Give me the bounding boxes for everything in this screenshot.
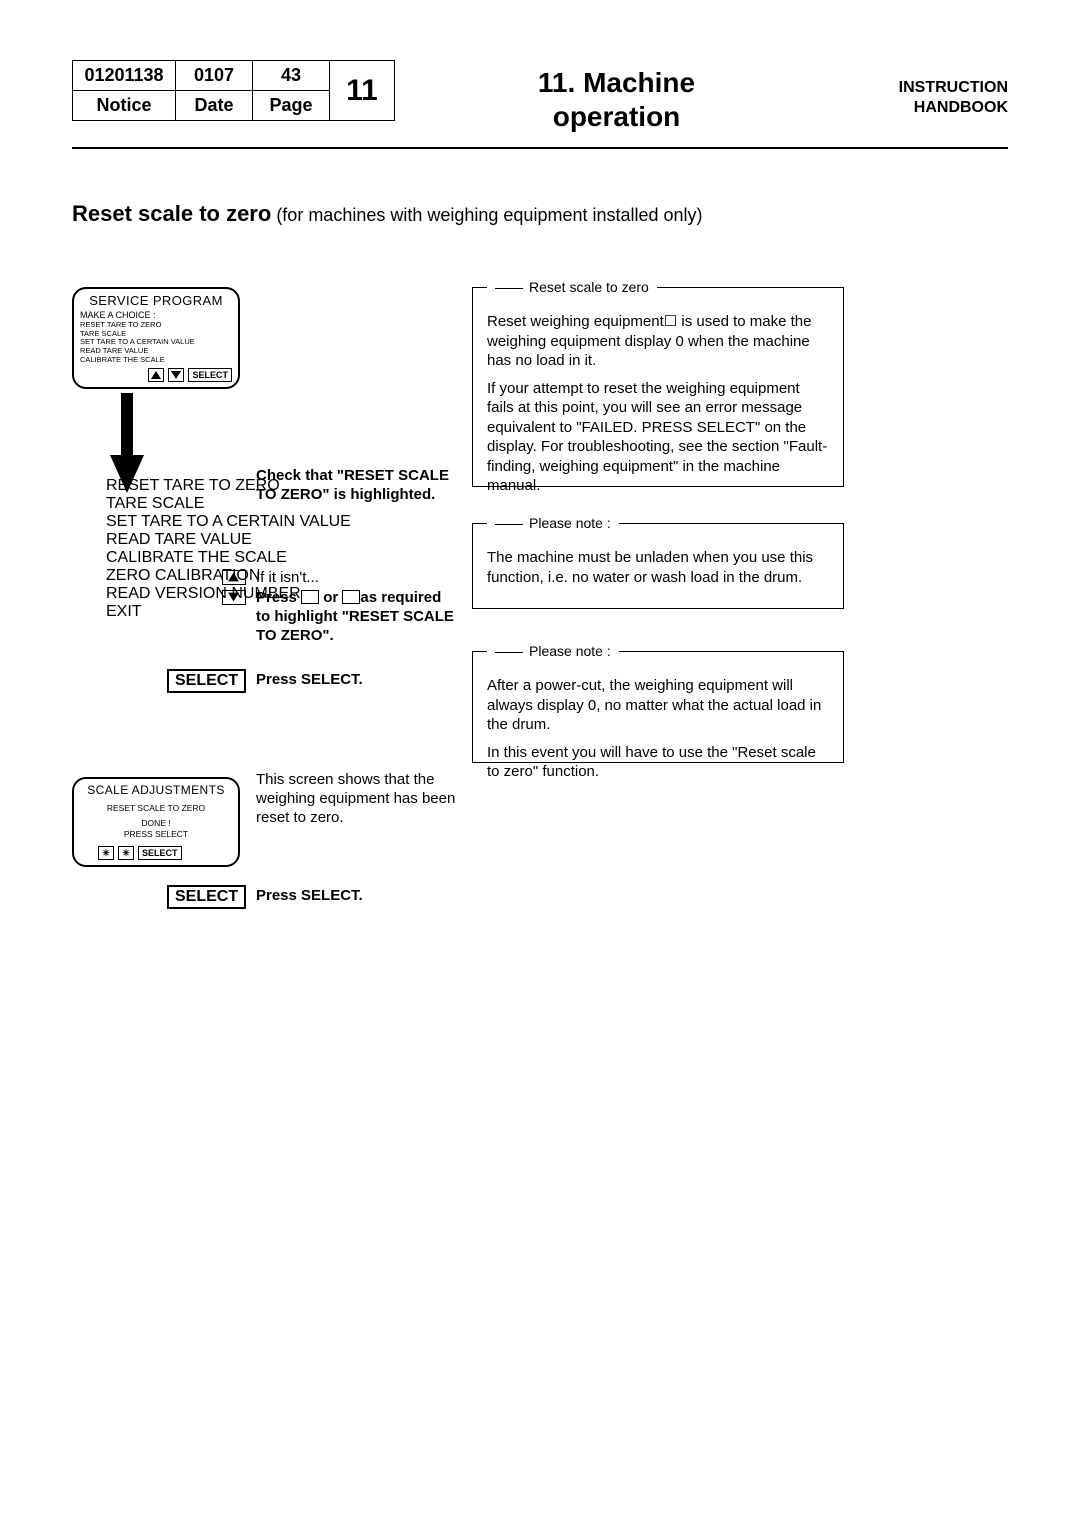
page-header: 01201138 0107 43 11 Notice Date Page 11.… [72, 60, 1008, 149]
content-area: SERVICE PROGRAM MAKE A CHOICE : RESET TA… [72, 287, 1008, 937]
note-box-reset-scale: Reset scale to zero Reset weighing equip… [472, 287, 844, 487]
hdr-notice-label: Notice [73, 91, 176, 121]
device-menu-item: CALIBRATE THE SCALE [80, 356, 232, 365]
header-table: 01201138 0107 43 11 Notice Date Page [72, 60, 395, 121]
device-screen-service-program: SERVICE PROGRAM MAKE A CHOICE : RESET TA… [72, 287, 240, 389]
instruction-check-highlighted: Check that "RESET SCALE TO ZERO" is high… [256, 467, 456, 505]
doc-number: 01201138 [73, 61, 176, 91]
down-arrow-icon [222, 590, 246, 605]
up-arrow-button[interactable] [148, 368, 164, 382]
note-box-please-note-1: Please note : The machine must be unlade… [472, 523, 844, 609]
device-title: SCALE ADJUSTMENTS [74, 783, 238, 797]
doc-date-val: 0107 [176, 61, 253, 91]
or-word: or [319, 589, 342, 606]
device-status-line: PRESS SELECT [74, 829, 238, 840]
note-text: In this event you will have to use the "… [487, 743, 829, 782]
star-button[interactable]: ✳ [118, 846, 134, 860]
note-legend: Please note : [487, 514, 619, 532]
instruction-screen-shows: This screen shows that the weighing equi… [256, 771, 456, 827]
section-heading: Reset scale to zero (for machines with w… [72, 201, 1008, 227]
device-status-line: RESET SCALE TO ZERO [74, 803, 238, 814]
blank-button-placeholder [342, 590, 360, 604]
note-text: Reset weighing equipment☐ is used to mak… [487, 312, 829, 371]
device-prompt: MAKE A CHOICE : [80, 310, 232, 320]
chapter-number: 11 [330, 61, 395, 121]
note-legend: Please note : [487, 642, 619, 660]
note-text: If your attempt to reset the weighing eq… [487, 379, 829, 496]
press-word: Press [256, 589, 301, 606]
device-screen-scale-adjustments: SCALE ADJUSTMENTS RESET SCALE TO ZERO DO… [72, 777, 240, 867]
device-menu-item: SET TARE TO A CERTAIN VALUE [106, 513, 351, 531]
note-legend: Reset scale to zero [487, 278, 657, 296]
instruction-if-not: If it isn't... [256, 569, 319, 588]
note-text: The machine must be unladen when you use… [487, 548, 829, 587]
device-menu-item: CALIBRATE THE SCALE [106, 549, 351, 567]
device-menu-item: READ TARE VALUE [106, 531, 351, 549]
note-text: After a power-cut, the weighing equipmen… [487, 676, 829, 735]
handbook-label: INSTRUCTION HANDBOOK [838, 60, 1008, 118]
select-button[interactable]: SELECT [188, 368, 232, 382]
down-arrow-button[interactable] [168, 368, 184, 382]
device-title: SERVICE PROGRAM [74, 293, 238, 308]
up-arrow-icon [222, 570, 246, 585]
instruction-press-select: Press SELECT. [256, 671, 363, 690]
select-button[interactable]: SELECT [167, 669, 246, 693]
doc-page-val: 43 [253, 61, 330, 91]
hdr-date-label: Date [176, 91, 253, 121]
select-button[interactable]: SELECT [167, 885, 246, 909]
note-box-please-note-2: Please note : After a power-cut, the wei… [472, 651, 844, 763]
instruction-press-select: Press SELECT. [256, 887, 363, 906]
select-button[interactable]: SELECT [138, 846, 182, 860]
hdr-page-label: Page [253, 91, 330, 121]
blank-button-placeholder [301, 590, 319, 604]
chapter-title: 11. Machine operation [395, 60, 838, 133]
star-button[interactable]: ✳ [98, 846, 114, 860]
device-status-line: DONE ! [74, 818, 238, 829]
